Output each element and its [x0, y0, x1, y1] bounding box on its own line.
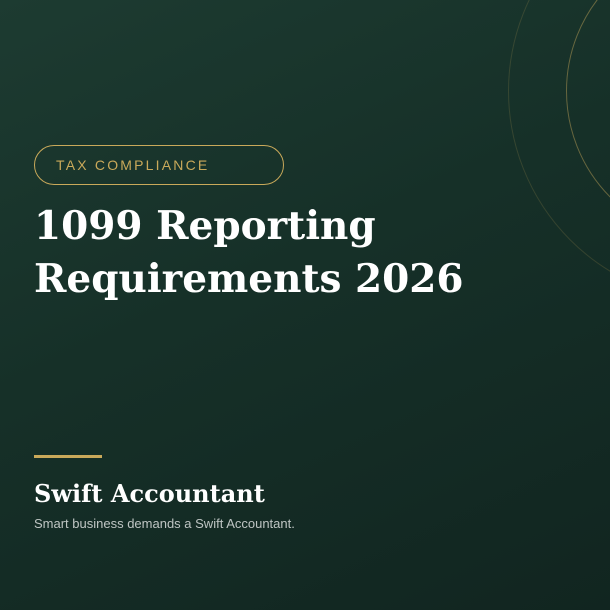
gold-divider [34, 455, 102, 458]
category-tag: TAX COMPLIANCE [34, 145, 284, 185]
brand-name: Swift Accountant [34, 479, 265, 508]
promo-card: TAX COMPLIANCE 1099 Reporting Requiremen… [0, 0, 610, 610]
headline-line-2: Requirements 2026 [34, 256, 464, 302]
category-tag-label: TAX COMPLIANCE [56, 157, 210, 173]
headline-line-1: 1099 Reporting [34, 203, 376, 249]
headline: 1099 Reporting Requirements 2026 [34, 200, 574, 306]
brand-tagline: Smart business demands a Swift Accountan… [34, 516, 295, 531]
